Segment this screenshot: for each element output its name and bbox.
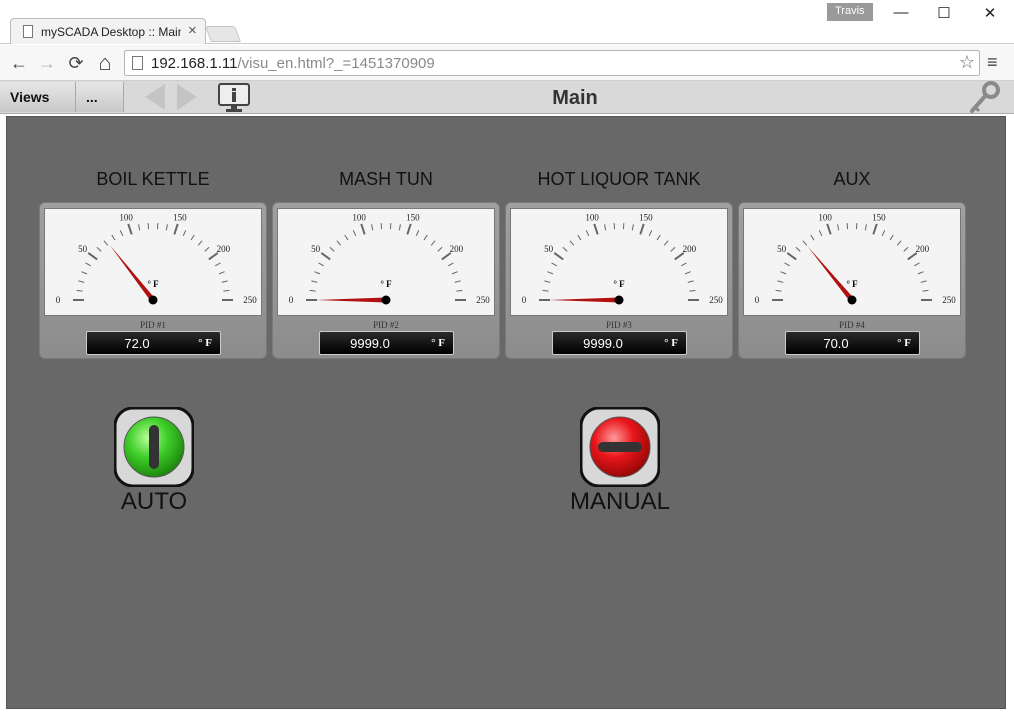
browser-titlebar: mySCADA Desktop :: Main × Travis — ☐ ✕ <box>0 0 1014 44</box>
page-icon <box>23 25 33 38</box>
readout-unit: ° F <box>198 337 212 349</box>
gauge-unit-label: ° F <box>380 279 392 289</box>
gauge-unit-label: ° F <box>846 279 858 289</box>
bookmark-star-icon[interactable]: ☆ <box>959 52 975 73</box>
gauge-title: AUX <box>833 169 871 189</box>
gauge-tick-label: 250 <box>243 295 257 305</box>
gauge-boil-kettle: 0 50 100 150 200 250 ° F PID #1 72.0 ° F <box>39 202 267 359</box>
more-menu-button[interactable]: ... <box>76 82 124 133</box>
browser-toolbar: ← → ⟳ ⌂ 192.168.1.11/visu_en.html?_=1451… <box>0 45 1014 81</box>
gauge-tick-label: 250 <box>709 295 723 305</box>
readout-value: 9999.0 <box>350 336 390 351</box>
tab-close-icon[interactable]: × <box>188 22 197 39</box>
gauge-tick-label: 200 <box>683 244 697 254</box>
page-icon <box>132 56 143 70</box>
manual-label: MANUAL <box>569 488 671 515</box>
temperature-readout: 9999.0 ° F <box>552 331 687 355</box>
reload-button[interactable]: ⟳ <box>65 52 87 74</box>
gauge-needle-hub <box>381 295 391 305</box>
gauge-tick-label: 200 <box>916 244 930 254</box>
gauge-tick-label: 250 <box>476 295 490 305</box>
manual-switch-button[interactable] <box>580 407 660 487</box>
auto-label: AUTO <box>120 488 188 515</box>
pid-label: PID #3 <box>606 320 632 330</box>
readout-value: 70.0 <box>823 336 849 351</box>
readout-unit: ° F <box>897 337 911 349</box>
info-monitor-icon[interactable] <box>218 82 250 114</box>
readout-value: 72.0 <box>124 336 150 351</box>
gauge-tick-label: 50 <box>311 244 321 254</box>
view-title: Main <box>552 87 598 109</box>
auto-switch-button[interactable] <box>114 407 194 487</box>
gauge-tick-label: 200 <box>450 244 464 254</box>
gauge-tick-label: 50 <box>78 244 88 254</box>
gauge-mash-tun: 0 50 100 150 200 250 ° F PID #2 9999.0 ° F <box>272 202 500 359</box>
gauge-tick-label: 100 <box>119 212 133 222</box>
scada-appbar: Views ... Main <box>0 81 1014 133</box>
address-bar[interactable]: 192.168.1.11/visu_en.html?_=1451370909 ☆ <box>124 50 980 76</box>
pid-label: PID #1 <box>140 320 166 330</box>
url-host: 192.168.1.11/visu_en.html?_=1451370909 <box>151 55 435 72</box>
gauge-tick-label: 150 <box>406 212 420 222</box>
new-tab-button[interactable] <box>205 26 241 42</box>
readout-unit: ° F <box>431 337 445 349</box>
key-icon[interactable] <box>966 81 1002 115</box>
pid-label: PID #4 <box>839 320 865 330</box>
gauge-tick-label: 200 <box>217 244 231 254</box>
gauge-face: 0 50 100 150 200 250 ° F <box>44 208 262 316</box>
gauge-needle-hub <box>148 295 158 305</box>
gauge-tick-label: 0 <box>289 295 294 305</box>
gauge-title: MASH TUN <box>339 169 433 189</box>
readout-value: 9999.0 <box>583 336 623 351</box>
home-button[interactable]: ⌂ <box>94 52 116 74</box>
gauge-unit-label: ° F <box>147 279 159 289</box>
gauge-tick-label: 100 <box>352 212 366 222</box>
gauge-tick-label: 150 <box>173 212 187 222</box>
views-menu-button[interactable]: Views <box>0 82 76 133</box>
forward-button[interactable]: → <box>36 52 58 74</box>
browser-menu-icon[interactable]: ≡ <box>987 52 998 73</box>
more-label: ... <box>86 89 98 105</box>
gauge-tick-label: 0 <box>56 295 61 305</box>
url-path: /visu_en.html?_=1451370909 <box>237 55 435 72</box>
gauge-title: BOIL KETTLE <box>96 169 210 189</box>
gauge-needle-hub <box>847 295 857 305</box>
gauge-aux: 0 50 100 150 200 250 ° F PID #4 70.0 ° F <box>738 202 966 359</box>
gauge-face: 0 50 100 150 200 250 ° F <box>510 208 728 316</box>
maximize-button[interactable]: ☐ <box>931 4 957 24</box>
views-label: Views <box>10 89 50 105</box>
profile-badge[interactable]: Travis <box>827 3 873 21</box>
tab-title: mySCADA Desktop :: Main <box>41 25 181 39</box>
gauge-tick-label: 150 <box>639 212 653 222</box>
temperature-readout: 9999.0 ° F <box>319 331 454 355</box>
gauge-tick-label: 50 <box>777 244 787 254</box>
gauge-needle-hub <box>614 295 624 305</box>
gauge-face: 0 50 100 150 200 250 ° F <box>743 208 961 316</box>
gauge-hot-liquor-tank: 0 50 100 150 200 250 ° F PID #3 9999.0 ° F <box>505 202 733 359</box>
gauge-tick-label: 50 <box>544 244 554 254</box>
gauge-tick-label: 0 <box>522 295 527 305</box>
minimize-button[interactable]: — <box>888 4 914 24</box>
pid-label: PID #2 <box>373 320 399 330</box>
close-window-button[interactable]: ✕ <box>977 4 1003 24</box>
previous-view-arrow-icon[interactable] <box>145 84 165 110</box>
gauge-tick-label: 100 <box>818 212 832 222</box>
gauge-unit-label: ° F <box>613 279 625 289</box>
next-view-arrow-icon[interactable] <box>177 84 197 110</box>
main-panel: BOIL KETTLE MASH TUN HOT LIQUOR TANK AUX… <box>6 116 1006 709</box>
temperature-readout: 70.0 ° F <box>785 331 920 355</box>
gauge-tick-label: 250 <box>942 295 956 305</box>
gauge-face: 0 50 100 150 200 250 ° F <box>277 208 495 316</box>
temperature-readout: 72.0 ° F <box>86 331 221 355</box>
gauge-title: HOT LIQUOR TANK <box>537 169 701 189</box>
gauge-tick-label: 150 <box>872 212 886 222</box>
gauge-tick-label: 100 <box>585 212 599 222</box>
readout-unit: ° F <box>664 337 678 349</box>
gauge-tick-label: 0 <box>755 295 760 305</box>
browser-tab[interactable]: mySCADA Desktop :: Main × <box>10 18 206 44</box>
back-button[interactable]: ← <box>8 52 30 74</box>
